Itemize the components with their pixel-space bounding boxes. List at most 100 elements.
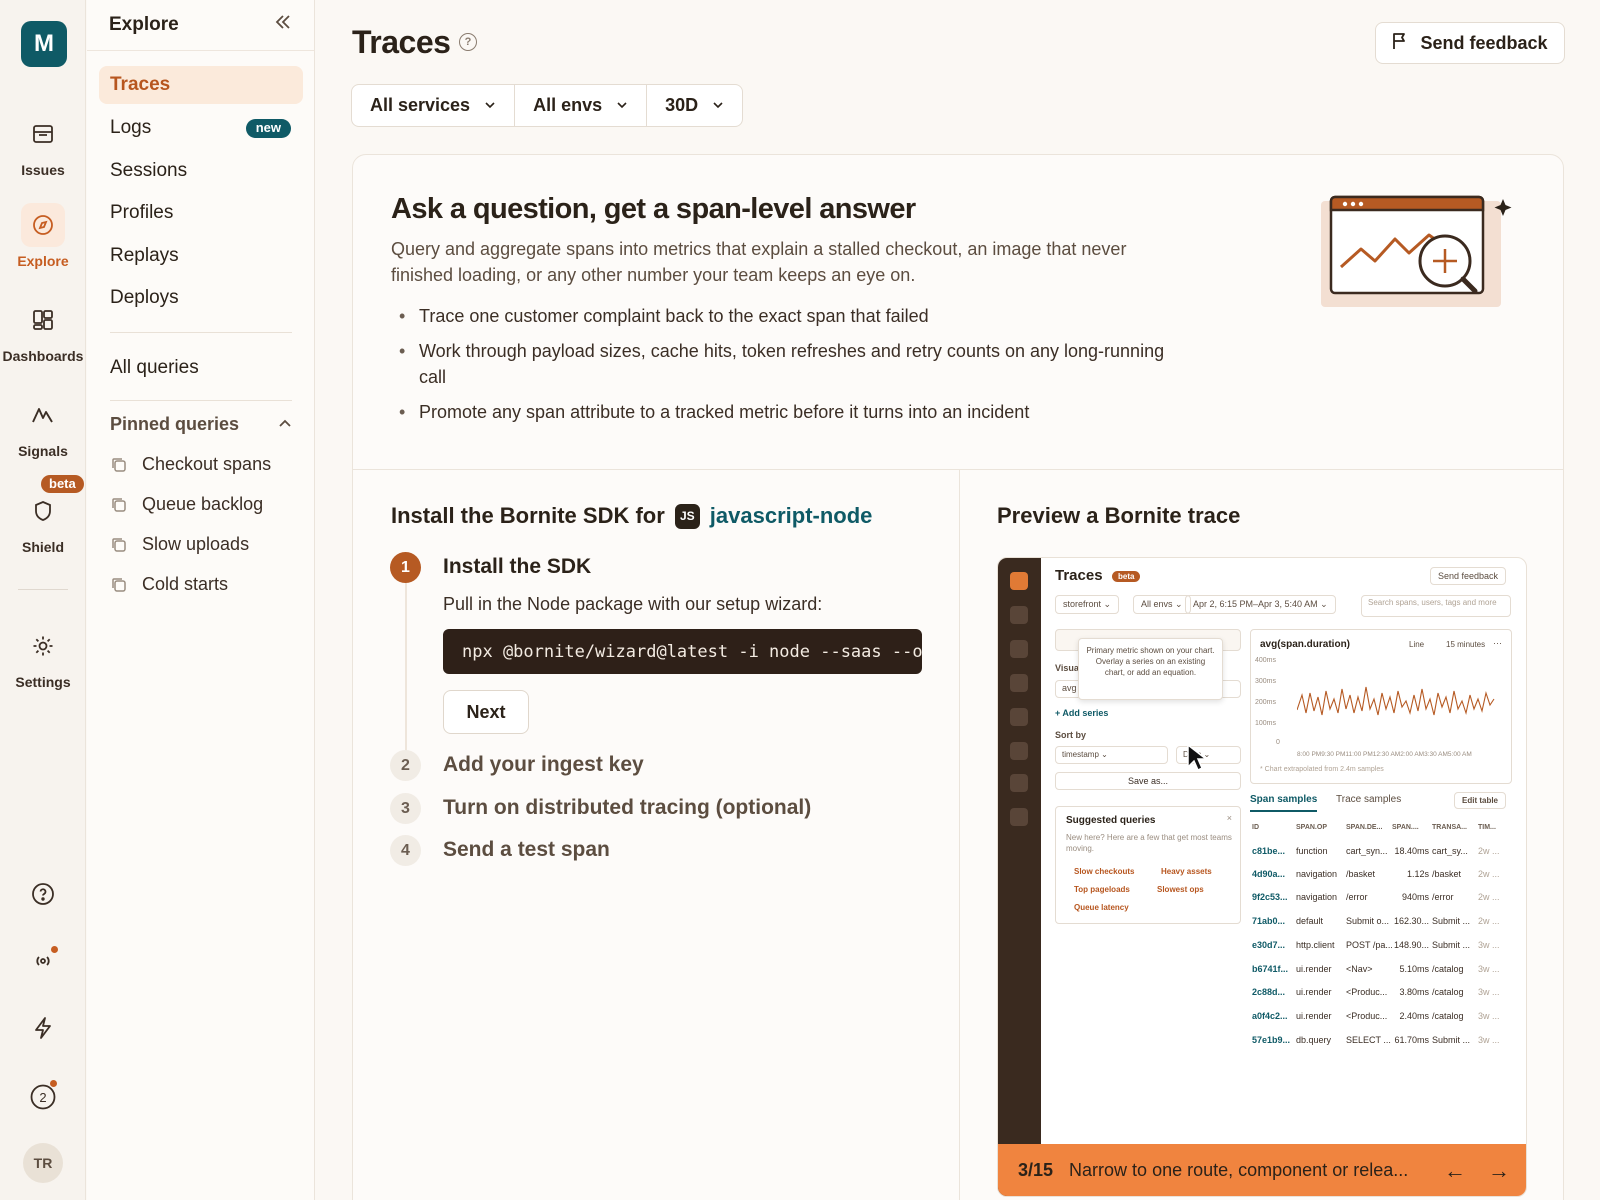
nav-item-logs[interactable]: Logs new (99, 109, 303, 147)
table-cell: Submit ... (1432, 940, 1471, 950)
preview-chart-title: avg(span.duration) (1260, 639, 1351, 650)
nav-item-traces[interactable]: Traces (99, 66, 303, 104)
preview-table-row: c81be... function cart_syn... 18.40ms cart_s… (1252, 846, 1514, 856)
environment-filter[interactable]: All envs (515, 85, 648, 126)
preview-save-as: Save as... (1055, 772, 1241, 790)
rail-item-signals[interactable]: Signals (0, 393, 86, 459)
divider (353, 469, 1563, 470)
preview-title: Preview a Bornite trace (997, 503, 1241, 528)
arrow-right-icon[interactable]: → (1488, 1158, 1510, 1184)
help-icon[interactable]: ? (459, 33, 477, 51)
rail-item-dashboards[interactable]: Dashboards (0, 298, 86, 364)
tour-banner: 3/15 Narrow to one route, component or r… (998, 1144, 1526, 1196)
table-cell: http.client (1296, 940, 1335, 950)
table-cell: /error (1346, 892, 1368, 902)
rail-item-settings[interactable]: Settings (0, 624, 86, 690)
preview-table-row: 71ab0... default Submit o... 162.30... Submi… (1252, 916, 1514, 926)
next-button[interactable]: Next (443, 690, 529, 734)
org-avatar[interactable]: M (21, 21, 67, 67)
collapse-icon[interactable] (274, 13, 292, 37)
table-cell: SELECT ... (1346, 1035, 1391, 1045)
step-title[interactable]: Install the SDK (443, 555, 591, 579)
table-cell: /error (1432, 892, 1454, 902)
preview-suggested-desc: New here? Here are a few that get most t… (1066, 833, 1232, 853)
hero-bullet: Work through payload sizes, cache hits, … (391, 338, 1171, 390)
table-cell: 4d90a... (1252, 869, 1286, 879)
step-description: Pull in the Node package with our setup … (443, 594, 823, 614)
javascript-icon: JS (674, 503, 700, 529)
filter-label: 30D (665, 95, 699, 115)
nav-item-sessions[interactable]: Sessions (99, 152, 303, 190)
nav-item-profiles[interactable]: Profiles (99, 194, 303, 232)
table-cell: <Nav> (1346, 964, 1373, 974)
column-header: SPAN.OP (1296, 824, 1327, 831)
pinned-query-item[interactable]: Cold starts (110, 574, 228, 595)
chevron-down-icon (712, 95, 724, 116)
column-header: TRANSA... (1432, 824, 1467, 831)
onboarding-icon[interactable]: 2 (22, 1076, 64, 1118)
help-icon[interactable] (22, 873, 64, 915)
subnav-title: Explore (109, 14, 179, 35)
table-cell: 57e1b9... (1252, 1035, 1291, 1045)
pinned-query-item[interactable]: Slow uploads (110, 534, 249, 555)
y-tick: 200ms (1255, 699, 1277, 706)
copy-icon (110, 496, 130, 514)
close-icon: × (1226, 813, 1232, 823)
table-cell: 2w ... (1478, 916, 1500, 926)
preview-rail-icon (1010, 808, 1028, 826)
service-filter[interactable]: All services (352, 85, 516, 126)
x-ticks: 8:00 PM9:30 PM11:00 PM12:30 AM2:00 AM3:3… (1297, 751, 1472, 758)
pinned-query-item[interactable]: Queue backlog (110, 494, 263, 515)
rail-item-explore[interactable]: Explore (0, 203, 86, 269)
preview-chip: Queue latency (1074, 903, 1129, 912)
pinned-queries-header[interactable]: Pinned queries (110, 414, 292, 435)
preview-feedback-button: Send feedback (1430, 567, 1507, 585)
arrow-left-icon[interactable]: ← (1444, 1158, 1466, 1184)
divider (18, 589, 68, 590)
rail-item-shield[interactable]: Shield (0, 489, 86, 555)
pinned-query-label: Slow uploads (142, 534, 250, 554)
step-title[interactable]: Turn on distributed tracing (optional) (443, 796, 811, 820)
table-cell: /catalog (1432, 964, 1464, 974)
divider (110, 400, 292, 401)
dashboard-icon (21, 298, 65, 342)
table-cell: POST /pa... (1346, 940, 1392, 950)
preview-tab-span-samples: Span samples (1250, 794, 1318, 812)
send-feedback-button[interactable]: Send feedback (1375, 22, 1565, 64)
date-range-filter[interactable]: 30D (647, 85, 742, 126)
hero-bullets: Trace one customer complaint back to the… (391, 303, 1171, 434)
table-cell: Submit o... (1346, 916, 1390, 926)
preview-suggested-queries: Suggested queries × New here? Here are a… (1055, 806, 1241, 924)
table-cell: 2w ... (1478, 846, 1500, 856)
table-cell: c81be... (1252, 846, 1286, 856)
tour-step-counter: 3/15 (1018, 1159, 1054, 1180)
rail-item-issues[interactable]: Issues (0, 112, 86, 178)
step-title[interactable]: Send a test span (443, 838, 610, 862)
pinned-query-item[interactable]: Checkout spans (110, 454, 271, 475)
preview-table-row: a0f4c2... ui.render <Produc... 2.40ms/catal… (1252, 1011, 1514, 1021)
rail-label: Explore (17, 253, 69, 269)
table-cell: 2w ... (1478, 892, 1500, 902)
nav-item-label: Replays (110, 245, 179, 266)
step-title[interactable]: Add your ingest key (443, 753, 644, 777)
preview-rail-icon (1010, 606, 1028, 624)
column-header: SPAN.... (1392, 824, 1419, 831)
broadcast-icon[interactable] (22, 940, 64, 982)
table-cell: ui.render (1296, 1011, 1332, 1021)
table-cell: 5.10ms (1399, 964, 1429, 974)
pinned-queries-title: Pinned queries (110, 414, 240, 434)
table-cell: 3w ... (1478, 940, 1500, 950)
pinned-query-label: Cold starts (142, 574, 229, 594)
preview-chart-footnote: * Chart extrapolated from 2.4m samples (1260, 766, 1384, 773)
hero-title: Ask a question, get a span-level answer (391, 193, 916, 225)
nav-item-deploys[interactable]: Deploys (99, 279, 303, 317)
nav-item-label: All queries (110, 357, 199, 378)
table-cell: 148.90... (1393, 940, 1429, 950)
user-avatar[interactable]: TR (23, 1143, 63, 1183)
cursor-icon (1187, 743, 1206, 772)
nav-item-replays[interactable]: Replays (99, 237, 303, 275)
platform-link[interactable]: javascript-node (710, 503, 873, 529)
install-command[interactable]: npx @bornite/wizard@latest -i node --saa… (443, 629, 922, 674)
nav-item-all-queries[interactable]: All queries (99, 349, 303, 387)
lightning-icon[interactable] (22, 1007, 64, 1049)
